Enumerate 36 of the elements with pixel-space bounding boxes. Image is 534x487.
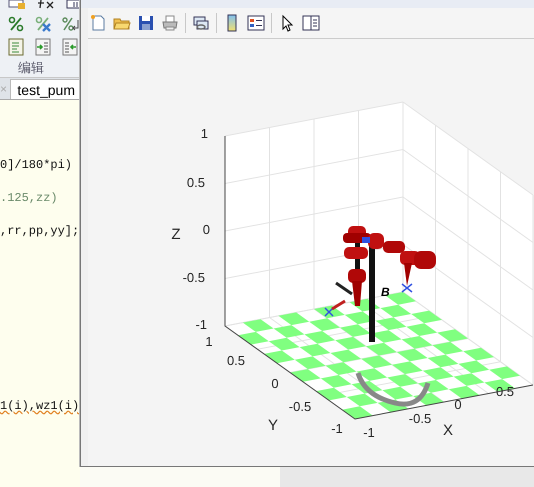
tick-label: -1 <box>331 421 343 436</box>
tick-label: 1 <box>200 126 208 141</box>
tick-label: 0.5 <box>186 175 205 190</box>
tick-label: 1 <box>205 334 213 349</box>
code-line: 0]/180*pi) <box>0 158 72 172</box>
print-icon[interactable] <box>161 14 179 32</box>
code-line: ,rr,pp,yy]; <box>0 224 80 238</box>
code-line: .125,zz) <box>0 191 58 205</box>
property-panel-icon[interactable] <box>302 14 320 32</box>
tick-label: -0.5 <box>182 270 205 285</box>
section-label: 编辑 <box>18 59 44 77</box>
tick-label: 0 <box>271 376 279 391</box>
frame-label: B <box>381 285 390 299</box>
tick-label: -1 <box>363 425 375 440</box>
tick-label: -0.5 <box>288 399 312 414</box>
indent-left-icon[interactable] <box>62 38 78 56</box>
tick-label: 0.5 <box>226 353 246 368</box>
tick-label: -0.5 <box>408 411 432 426</box>
percent-cross-icon[interactable] <box>35 16 51 32</box>
editor-tab[interactable]: test_pum <box>10 79 80 99</box>
linked-windows-icon[interactable] <box>192 14 210 32</box>
tick-label: 0 <box>454 397 462 412</box>
tick-label: 0 <box>202 222 210 237</box>
axis-label: X <box>443 422 453 439</box>
indent-right-icon[interactable] <box>35 38 51 56</box>
insert-icon[interactable] <box>8 0 26 10</box>
axis-label: Y <box>268 417 278 434</box>
axis-label: Z <box>171 226 181 243</box>
document-icon[interactable] <box>8 38 24 56</box>
save-icon[interactable] <box>137 14 155 32</box>
legend-icon[interactable] <box>247 14 265 32</box>
new-file-icon[interactable] <box>89 14 107 32</box>
percent-icon[interactable] <box>8 16 24 32</box>
tick-label: -1 <box>195 317 207 332</box>
code-line: 1(i),wz1(i) <box>0 399 80 413</box>
percent-arrow-icon[interactable] <box>62 16 80 32</box>
